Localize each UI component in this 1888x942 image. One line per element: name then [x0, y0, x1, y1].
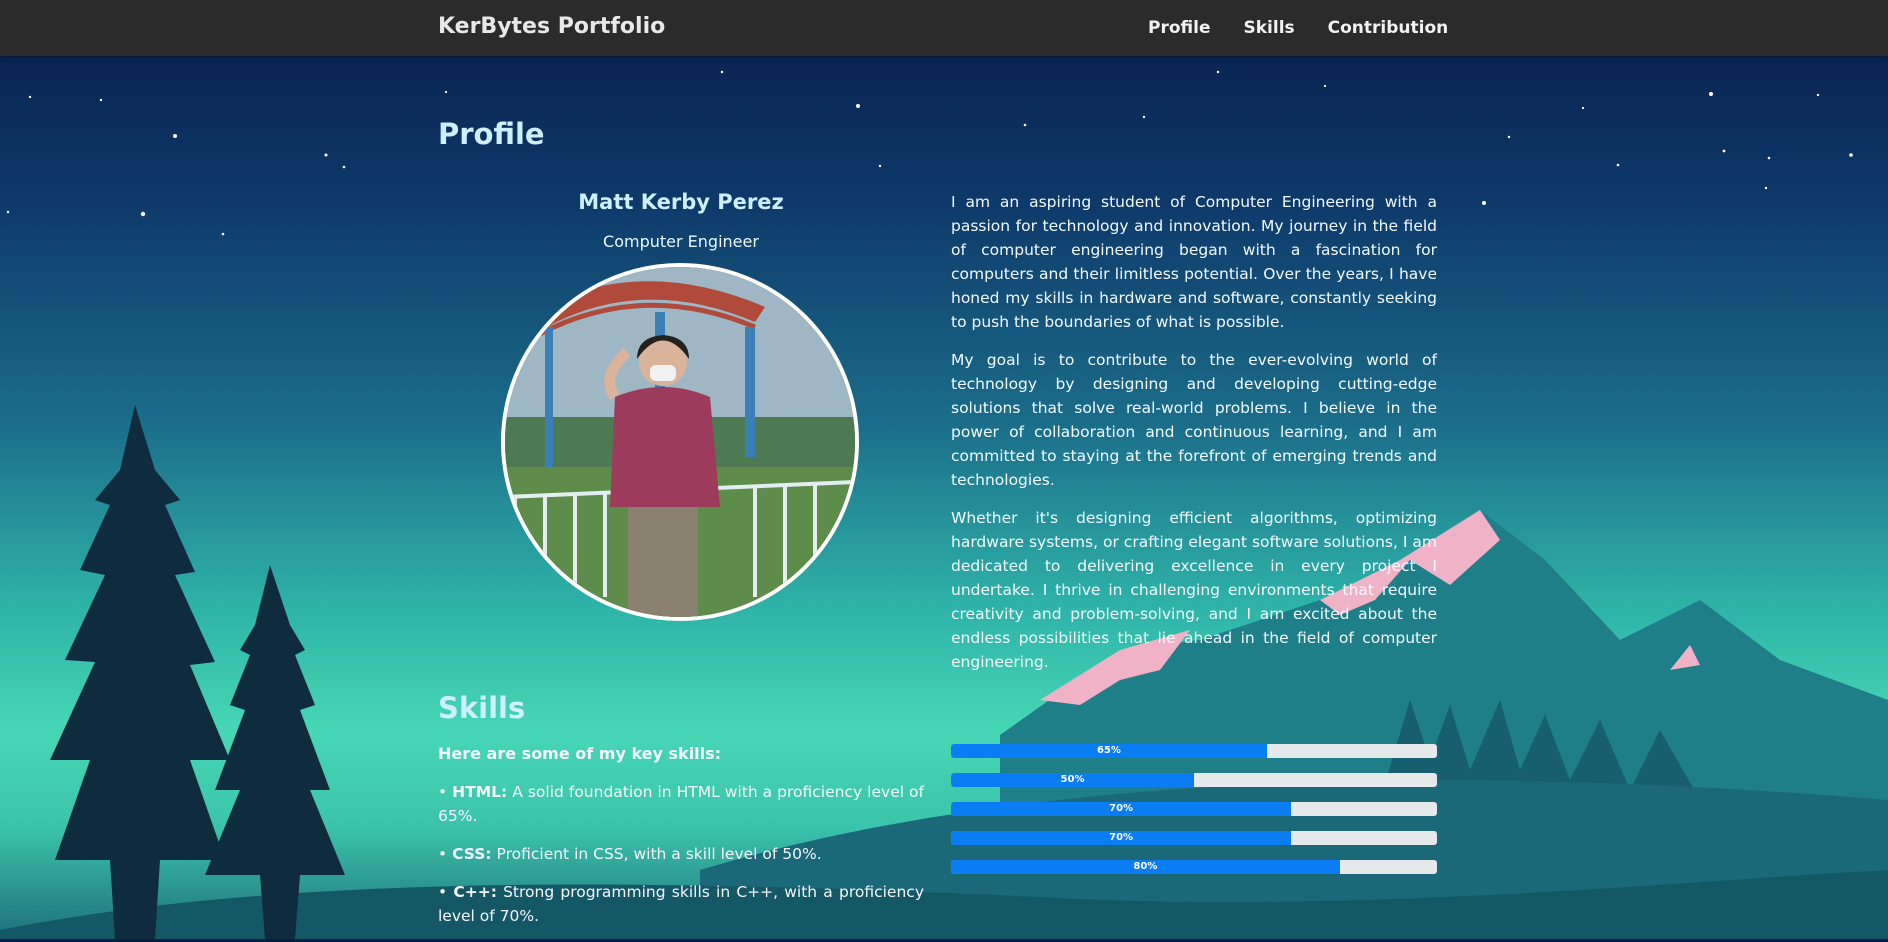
skill-name: CSS: [452, 845, 492, 863]
skill-name: HTML: [452, 783, 508, 801]
bullet: • [438, 783, 448, 801]
profile-photo [501, 263, 859, 621]
nav-link-contribution[interactable]: Contribution [1328, 18, 1449, 38]
skill-desc: Strong programming skills in C++, with a… [438, 883, 924, 925]
bullet: • [438, 845, 448, 863]
nav-link-profile[interactable]: Profile [1148, 18, 1210, 38]
skill-item-css: • CSS: Proficient in CSS, with a skill l… [438, 842, 924, 866]
skill-name: C++: [453, 883, 497, 901]
bio-paragraph: My goal is to contribute to the ever-evo… [951, 351, 1437, 489]
bullet: • [438, 883, 448, 901]
progress-bar: 65% [951, 744, 1437, 758]
profile-name: Matt Kerby Perez [578, 190, 784, 214]
profile-bio: I am an aspiring student of Computer Eng… [951, 190, 1437, 688]
progress-bar-fill: 50% [951, 773, 1194, 787]
progress-bar-fill: 65% [951, 744, 1267, 758]
brand-link[interactable]: KerBytes Portfolio [438, 14, 665, 39]
main-content: Profile Matt Kerby Perez Computer Engine… [0, 0, 1888, 939]
progress-bar-fill: 80% [951, 860, 1340, 874]
progress-bar: 70% [951, 802, 1437, 816]
progress-bar-fill: 70% [951, 831, 1292, 845]
bio-paragraph: I am an aspiring student of Computer Eng… [951, 193, 1437, 331]
skill-item-html: • HTML: A solid foundation in HTML with … [438, 780, 924, 828]
nav-links: Profile Skills Contribution [1148, 18, 1448, 38]
skill-item-cpp: • C++: Strong programming skills in C++,… [438, 880, 924, 928]
progress-bar: 80% [951, 860, 1437, 874]
navbar: KerBytes Portfolio Profile Skills Contri… [0, 0, 1888, 56]
progress-bar-fill: 70% [951, 802, 1292, 816]
skills-title: Skills [438, 691, 526, 725]
skills-intro: Here are some of my key skills: [438, 744, 722, 763]
skill-desc: Proficient in CSS, with a skill level of… [491, 845, 822, 863]
progress-bar: 70% [951, 831, 1437, 845]
skill-desc: A solid foundation in HTML with a profic… [438, 783, 924, 825]
profile-photo-image [505, 267, 855, 617]
progress-bar: 50% [951, 773, 1437, 787]
skills-list: • HTML: A solid foundation in HTML with … [438, 780, 924, 942]
nav-link-skills[interactable]: Skills [1243, 18, 1294, 38]
profile-title: Profile [438, 117, 545, 151]
skill-bars: 65% 50% 70% 70% 80% [951, 744, 1437, 889]
bio-paragraph: Whether it's designing efficient algorit… [951, 509, 1437, 671]
profile-job-title: Computer Engineer [603, 232, 759, 251]
